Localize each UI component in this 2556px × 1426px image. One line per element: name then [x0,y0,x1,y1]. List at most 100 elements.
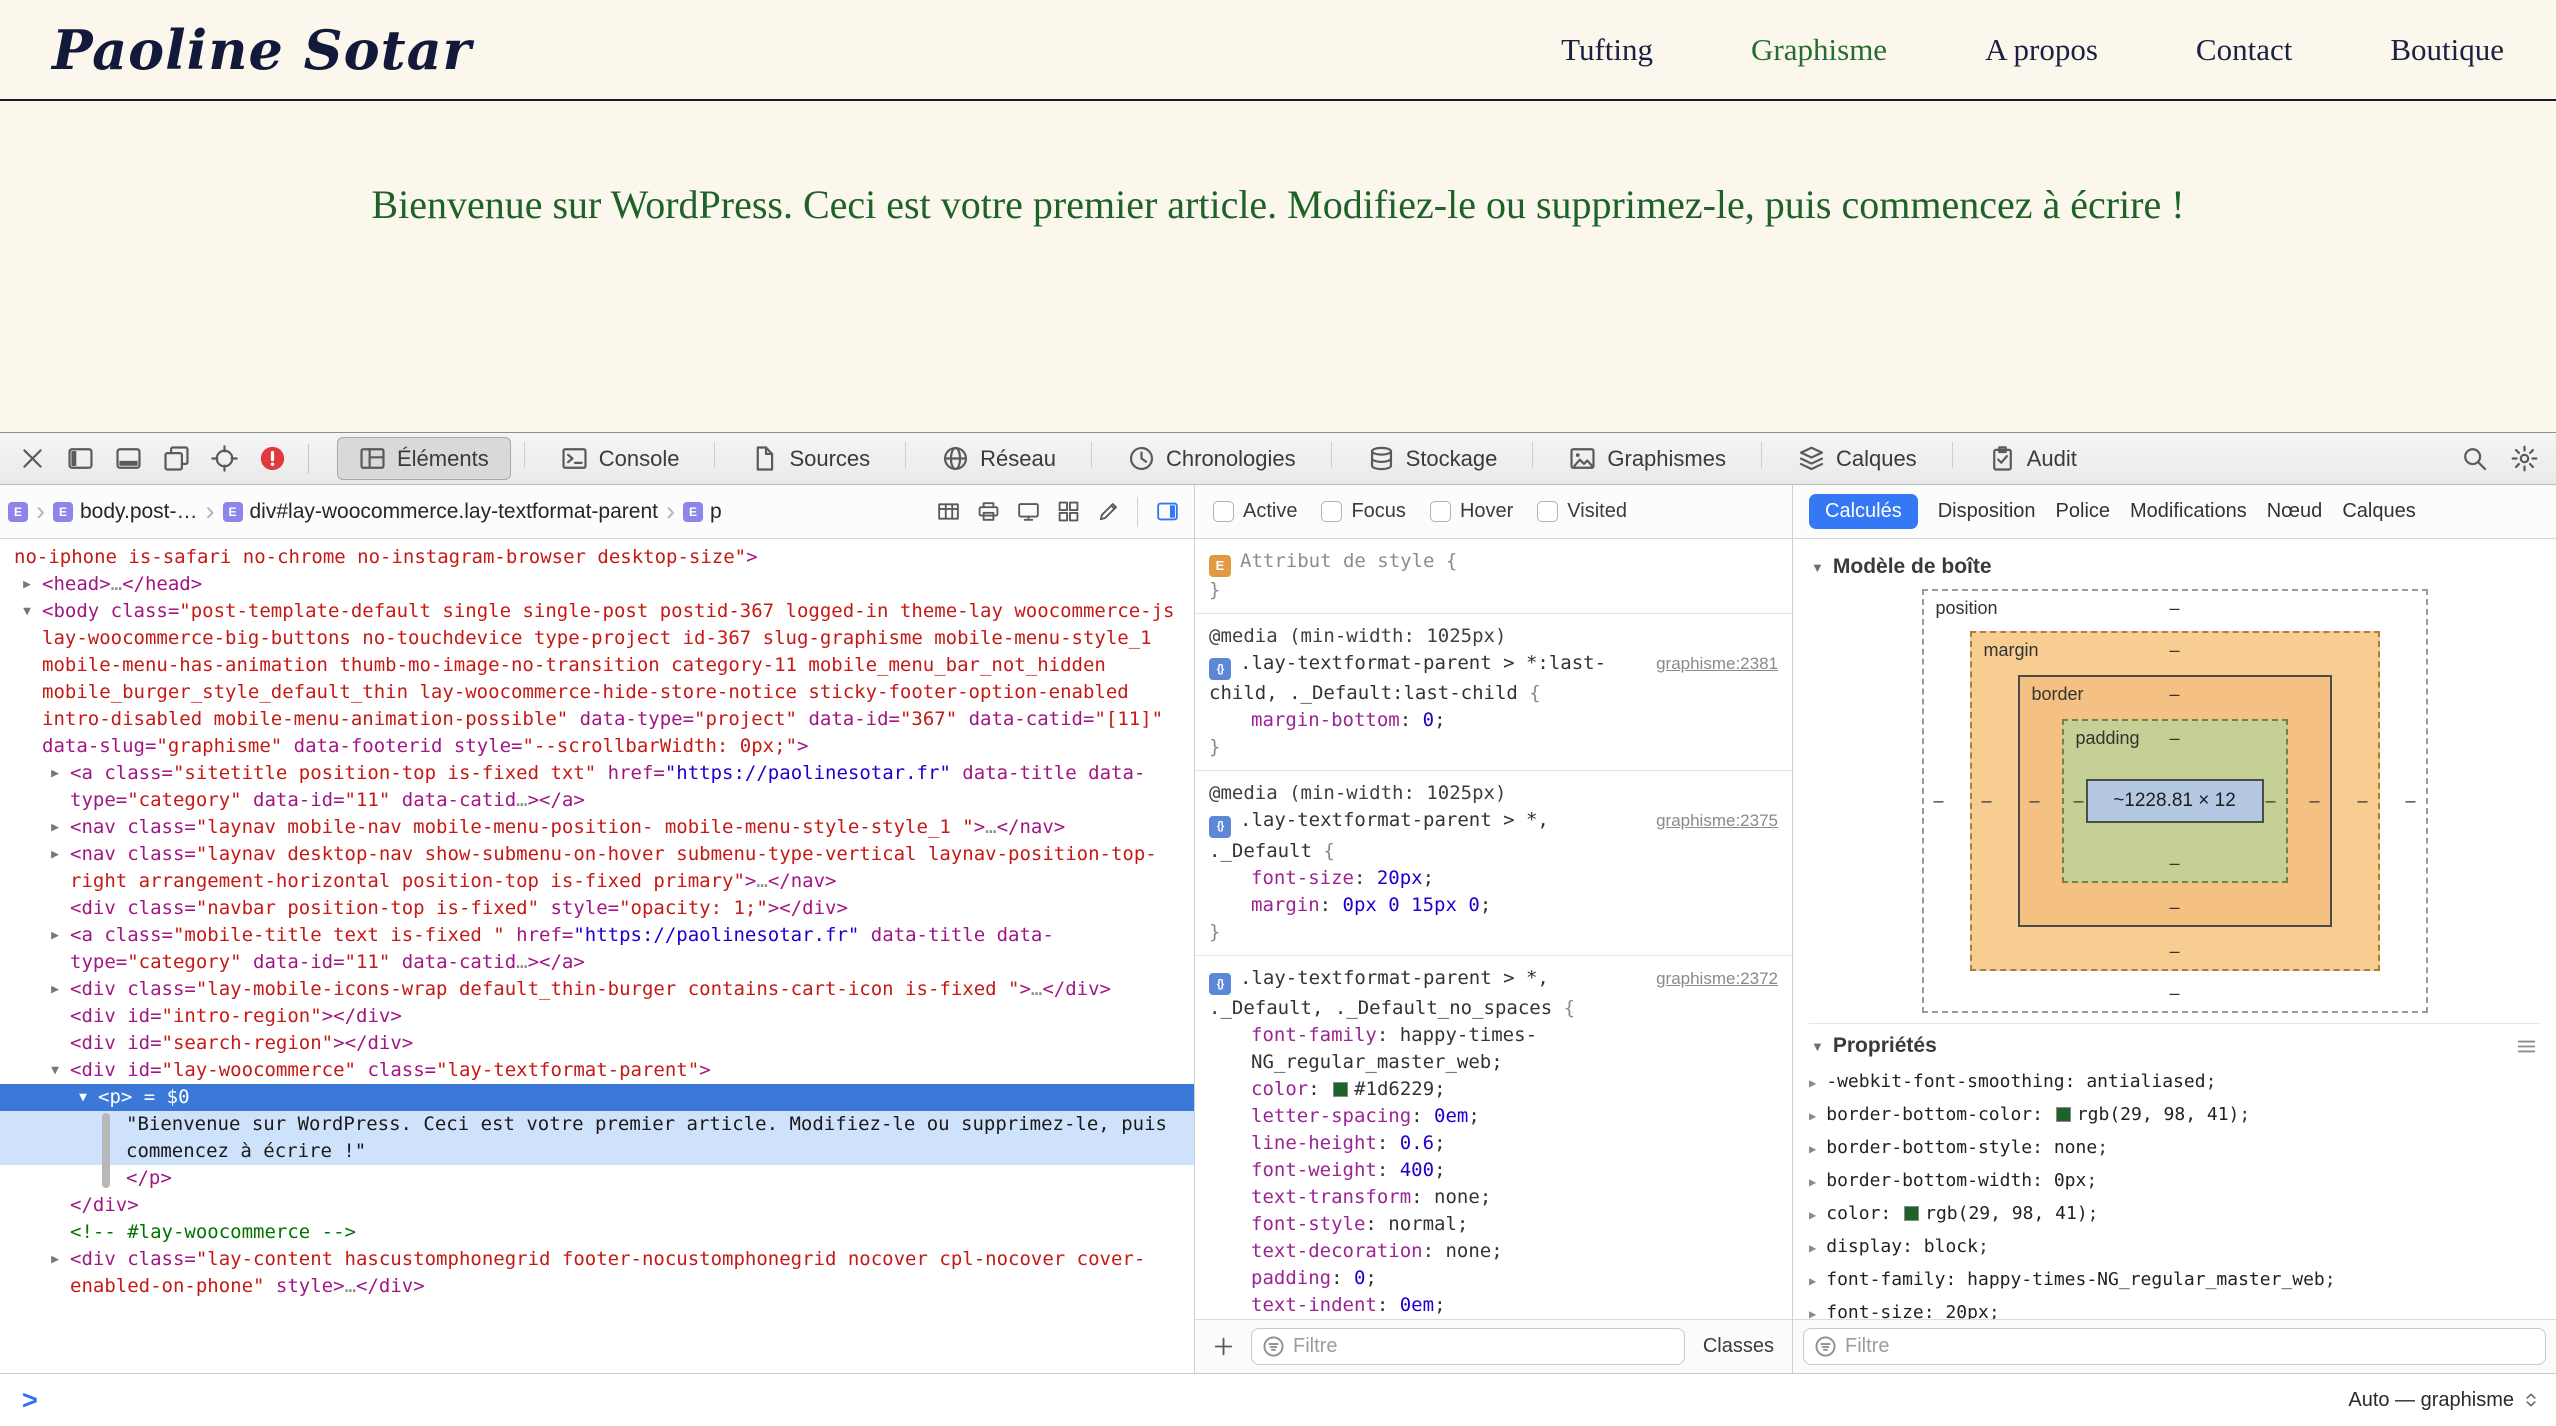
disclosure-triangle-icon[interactable]: ▶ [1809,1142,1816,1156]
css-property[interactable]: font-style: normal; [1209,1211,1778,1238]
dom-node-line[interactable]: ▶<head>…</head> [0,571,1194,598]
computed-property[interactable]: ▶font-family: happy-times-NG_regular_mas… [1809,1264,2540,1297]
dom-node-line[interactable]: ▶<a class="sitetitle position-top is-fix… [0,760,1194,814]
element-picker-button[interactable] [202,440,246,478]
dom-node-line[interactable]: ▶<nav class="laynav mobile-nav mobile-me… [0,814,1194,841]
disclosure-triangle-icon[interactable]: ▼ [72,1084,94,1111]
sidebar-tab-calculés[interactable]: Calculés [1809,494,1918,529]
nav-item[interactable]: Contact [2196,32,2292,68]
css-property[interactable]: font-weight: 400; [1209,1157,1778,1184]
disclosure-triangle-icon[interactable]: ▶ [1809,1241,1816,1255]
stylesheet-link[interactable]: graphisme:2375 [1656,807,1778,834]
nav-item[interactable]: Tufting [1561,32,1653,68]
computed-property[interactable]: ▶border-bottom-color: rgb(29, 98, 41); [1809,1099,2540,1132]
dom-node-line[interactable]: ▶<div class="lay-content hascustomphoneg… [0,1246,1194,1300]
tab-sources[interactable]: Sources [729,437,892,480]
tab-stockage[interactable]: Stockage [1346,437,1520,480]
new-rule-button[interactable] [1205,1329,1241,1365]
disclosure-triangle-icon[interactable]: ▶ [1809,1109,1816,1123]
dom-node-line[interactable]: </div> [0,1192,1194,1219]
styles-filter-field[interactable] [1251,1328,1685,1365]
issues-badge-button[interactable] [250,440,294,478]
css-property[interactable]: margin-bottom: 0; [1209,707,1778,734]
execution-context-selector[interactable]: Auto — graphisme [2348,1389,2540,1412]
disclosure-triangle-icon[interactable]: ▶ [44,922,66,949]
css-property[interactable]: margin: 0px 0 15px 0; [1209,892,1778,919]
box-value-dash[interactable]: – [2169,983,2179,1004]
computed-property[interactable]: ▶font-size: 20px; [1809,1297,2540,1319]
disclosure-triangle-icon[interactable]: ▼ [16,598,38,625]
sidebar-tab-nœud[interactable]: Nœud [2267,500,2323,523]
disclosure-triangle-icon[interactable]: ▶ [44,976,66,1003]
stylesheet-link[interactable]: graphisme:2381 [1656,650,1778,677]
breadcrumb-item[interactable]: Ediv#lay-woocommerce.lay-textformat-pare… [223,500,658,524]
disclosure-triangle-icon[interactable]: ▶ [16,571,38,598]
edit-button[interactable] [1089,493,1127,531]
nav-item[interactable]: A propos [1985,32,2098,68]
computed-property[interactable]: ▶-webkit-font-smoothing: antialiased; [1809,1066,2540,1099]
computed-property[interactable]: ▶display: block; [1809,1231,2540,1264]
css-property[interactable]: text-decoration: none; [1209,1238,1778,1265]
state-checkbox-focus[interactable]: Focus [1321,500,1405,523]
close-button[interactable] [10,440,54,478]
css-property[interactable]: color: #1d6229; [1209,1076,1778,1103]
dom-node-line[interactable]: "Bienvenue sur WordPress. Ceci est votre… [0,1111,1194,1165]
nav-item[interactable]: Graphisme [1751,32,1887,68]
sidebar-tab-calques[interactable]: Calques [2342,500,2415,523]
css-property[interactable]: text-transform: none; [1209,1184,1778,1211]
dock-bottom-button[interactable] [106,440,150,478]
disclosure-triangle-icon[interactable]: ▼ [44,1057,66,1084]
disclosure-triangle-icon[interactable]: ▶ [1809,1307,1816,1319]
breadcrumb-item[interactable]: Ebody.post-… [53,500,198,524]
computed-filter-input[interactable] [1845,1335,2535,1358]
details-sidebar-toggle-button[interactable] [1148,493,1186,531]
dom-node-line[interactable]: ▼<body class="post-template-default sing… [0,598,1194,760]
dom-node-line[interactable]: ▶<nav class="laynav desktop-nav show-sub… [0,841,1194,895]
box-value-dash[interactable]: – [1934,791,1944,812]
computed-property[interactable]: ▶border-bottom-style: none; [1809,1132,2540,1165]
quick-console[interactable]: > Auto — graphisme [0,1373,2556,1426]
disclosure-triangle-icon[interactable]: ▶ [1809,1208,1816,1222]
grid-overlay-button[interactable] [1049,493,1087,531]
console-prompt-icon[interactable]: > [22,1385,38,1416]
breadcrumb-item[interactable]: E [8,502,28,522]
disclosure-triangle-icon[interactable]: ▶ [1809,1076,1816,1090]
box-value-dash[interactable]: – [2309,791,2319,812]
computed-filter-field[interactable] [1803,1328,2546,1365]
css-selector[interactable]: Attribut de style [1240,550,1434,572]
settings-button[interactable] [2502,440,2546,478]
print-button[interactable] [969,493,1007,531]
dom-node-line[interactable]: <div id="search-region"></div> [0,1030,1194,1057]
box-value-dash[interactable]: – [2169,640,2179,661]
state-checkbox-hover[interactable]: Hover [1430,500,1513,523]
box-value-dash[interactable]: – [2074,791,2084,812]
dom-node-line[interactable]: <!-- #lay-woocommerce --> [0,1219,1194,1246]
disclosure-triangle-icon[interactable]: ▶ [1809,1274,1816,1288]
styles-filter-input[interactable] [1293,1335,1674,1358]
css-selector[interactable]: .lay-textformat-parent > *:last-child, .… [1209,652,1606,705]
stylesheet-link[interactable]: graphisme:2372 [1656,965,1778,992]
css-property[interactable]: font-family: happy-times-NG_regular_mast… [1209,1022,1778,1076]
computed-property[interactable]: ▶color: rgb(29, 98, 41); [1809,1198,2540,1231]
box-value-dash[interactable]: – [2169,897,2179,918]
tab-réseau[interactable]: Réseau [920,437,1078,480]
sidebar-tab-police[interactable]: Police [2056,500,2110,523]
properties-section-header[interactable]: ▼ Propriétés [1809,1023,2540,1066]
css-selector[interactable]: .lay-textformat-parent > *, ._Default, .… [1209,967,1552,1020]
box-value-dash[interactable]: – [2030,791,2040,812]
css-selector[interactable]: .lay-textformat-parent > *, ._Default [1209,809,1549,862]
state-checkbox-visited[interactable]: Visited [1537,500,1627,523]
sidebar-tab-disposition[interactable]: Disposition [1938,500,2036,523]
css-property[interactable]: font-size: 20px; [1209,865,1778,892]
sidebar-tab-modifications[interactable]: Modifications [2130,500,2247,523]
dom-node-line[interactable]: ▶<a class="mobile-title text is-fixed " … [0,922,1194,976]
tab-console[interactable]: Console [539,437,702,480]
box-value-dash[interactable]: – [2169,684,2179,705]
box-value-dash[interactable]: – [2169,598,2179,619]
tab-éléments[interactable]: Éléments [337,437,511,480]
css-property[interactable]: line-height: 0.6; [1209,1130,1778,1157]
nav-item[interactable]: Boutique [2390,32,2504,68]
box-value-dash[interactable]: – [1982,791,1992,812]
layout-button[interactable] [929,493,967,531]
site-title[interactable]: Paoline Sotar [52,18,472,82]
